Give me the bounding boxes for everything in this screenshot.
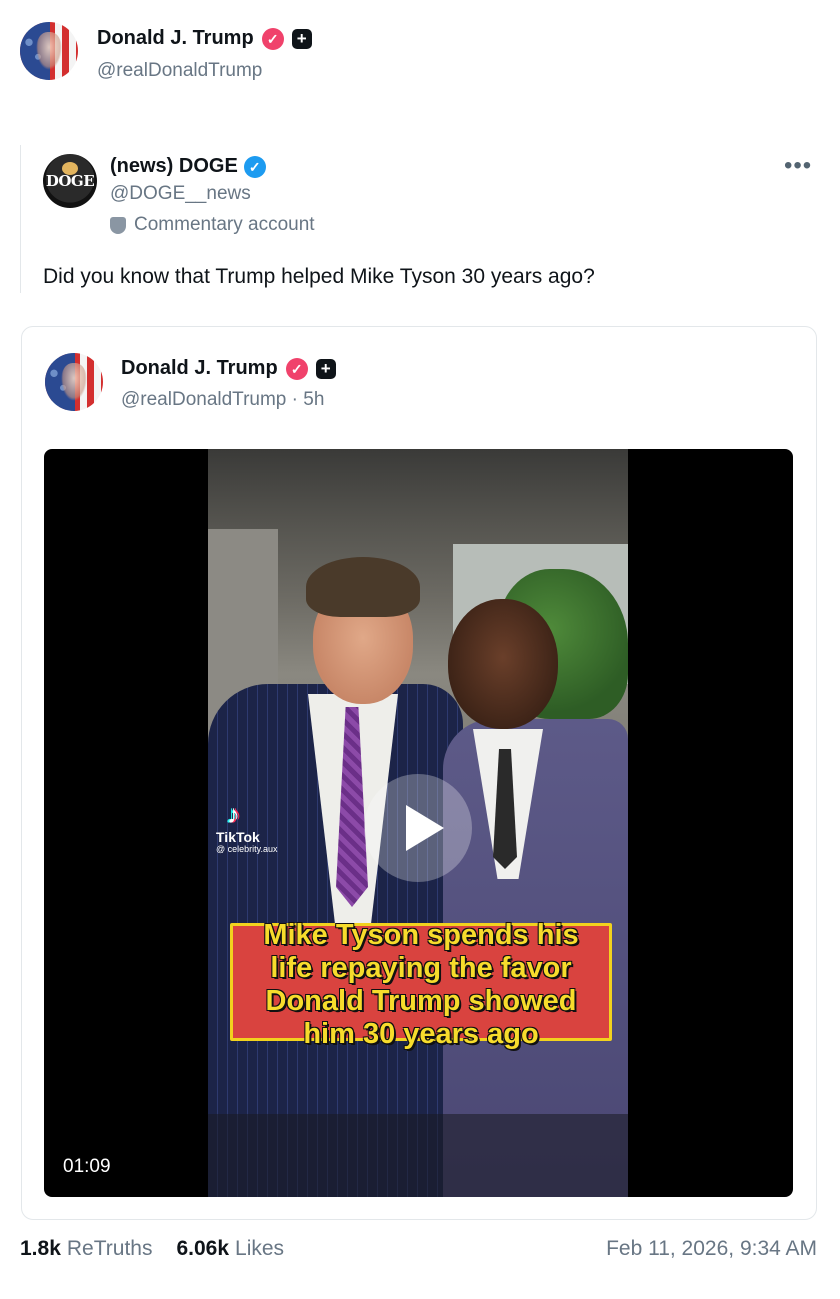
quote-author-row: (news) DOGE ✓ — [110, 155, 266, 178]
verified-check-icon: ✓ — [243, 155, 266, 178]
video-player[interactable]: ♪ TikTok @ celebrity.aux Mike Tyson spen… — [44, 449, 793, 1197]
doge-dog-icon — [62, 162, 78, 175]
author-avatar[interactable] — [20, 22, 78, 80]
author-name[interactable]: Donald J. Trump — [97, 27, 254, 50]
retruths-label[interactable]: ReTruths — [67, 1237, 153, 1261]
embed-author-handle[interactable]: @realDonaldTrump · 5h — [121, 389, 324, 411]
commentary-label: Commentary account — [110, 214, 315, 236]
quote-text: Did you know that Trump helped Mike Tyso… — [43, 265, 595, 288]
mask-icon — [110, 216, 126, 234]
caption-line: Donald Trump showed — [265, 985, 577, 1017]
commentary-text: Commentary account — [134, 214, 315, 235]
embed-author-row: Donald J. Trump ✓ + — [121, 357, 336, 380]
doge-avatar[interactable]: DOGE — [43, 154, 97, 208]
retruths-count[interactable]: 1.8k — [20, 1237, 61, 1261]
caption-line: life repaying the favor — [270, 952, 572, 984]
verified-check-icon: ✓ — [285, 357, 308, 380]
thumbnail-person-left-hair — [306, 557, 420, 617]
likes-count[interactable]: 6.06k — [176, 1237, 229, 1261]
tiktok-label: TikTok — [216, 829, 260, 845]
plus-square-icon: + — [315, 358, 336, 379]
more-options-button[interactable]: ••• — [784, 152, 812, 180]
embed-author-avatar[interactable] — [45, 353, 103, 411]
play-button[interactable] — [364, 774, 472, 882]
author-name-row: Donald J. Trump ✓ + — [97, 27, 312, 50]
play-icon — [406, 805, 444, 851]
video-caption: Mike Tyson spends his life repaying the … — [230, 919, 612, 1051]
verified-check-icon: ✓ — [261, 27, 284, 50]
video-duration: 01:09 — [63, 1156, 111, 1177]
quote-author-name[interactable]: (news) DOGE — [110, 155, 238, 178]
quote-author-handle[interactable]: @DOGE__news — [110, 183, 251, 205]
tiktok-icon: ♪ — [227, 799, 240, 829]
likes-label[interactable]: Likes — [235, 1237, 284, 1261]
thumbnail-person-right-head — [448, 599, 558, 729]
thumbnail-shadow — [208, 1114, 628, 1197]
caption-line: Mike Tyson spends his — [263, 919, 579, 951]
tiktok-username: @ celebrity.aux — [216, 844, 278, 854]
post-timestamp[interactable]: Feb 11, 2026, 9:34 AM — [606, 1237, 817, 1261]
quote-divider — [20, 145, 21, 293]
caption-line: him 30 years ago — [303, 1018, 539, 1050]
plus-square-icon: + — [291, 28, 312, 49]
author-handle[interactable]: @realDonaldTrump — [97, 60, 262, 82]
embed-author-name[interactable]: Donald J. Trump — [121, 357, 278, 380]
engagement-stats: 1.8k ReTruths 6.06k Likes — [20, 1237, 284, 1261]
